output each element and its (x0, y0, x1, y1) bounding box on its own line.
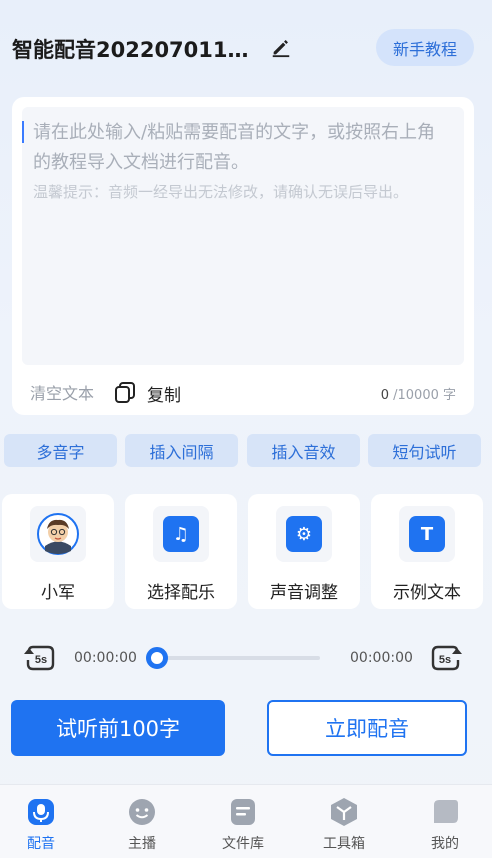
character-count: 0 (380, 388, 389, 403)
page-title[interactable]: 智能配音20220701134... (12, 34, 262, 64)
select-music-label: 选择配乐 (147, 583, 215, 603)
gear-icon: ⚙ (286, 516, 322, 552)
tab-mine[interactable]: 我的 (396, 785, 492, 858)
tab-file-library[interactable]: 文件库 (194, 785, 292, 858)
pencil-edit-icon[interactable] (270, 36, 292, 58)
character-counter: 0 /10000 字 (381, 384, 456, 403)
forward-5s-icon[interactable]: 5s (428, 642, 464, 674)
select-music-card[interactable]: ♫ 选择配乐 (125, 494, 237, 609)
tab-anchors-label: 主播 (128, 836, 156, 852)
total-time: 00:00:00 (350, 650, 413, 666)
smiley-face-icon (129, 799, 155, 825)
progress-track[interactable] (150, 656, 320, 660)
tab-toolbox-label: 工具箱 (323, 836, 365, 852)
preview-first-100-button[interactable]: 试听前100字 (11, 700, 225, 756)
editor-placeholder[interactable]: 请在此处输入/粘贴需要配音的文字，或按照右上角的教程导入文档进行配音。 (33, 118, 443, 178)
current-time: 00:00:00 (74, 650, 137, 666)
toolbox-cube-icon (331, 798, 357, 826)
sample-text-card[interactable]: T 示例文本 (371, 494, 483, 609)
insert-sound-effect-button[interactable]: 插入音效 (247, 434, 360, 467)
progress-thumb[interactable] (146, 647, 168, 669)
microphone-icon (28, 799, 54, 825)
clear-text-button[interactable]: 清空文本 (30, 380, 94, 404)
bottom-tab-bar: 配音 主播 文件库 工具箱 我的 (0, 784, 492, 858)
header: 智能配音20220701134... 新手教程 (0, 0, 492, 95)
rewind-label: 5s (35, 654, 47, 666)
copy-icon[interactable] (113, 380, 137, 404)
editor-hint: 温馨提示：音频一经导出无法修改，请确认无误后导出。 (33, 183, 409, 201)
text-icon-frame: T (399, 506, 455, 562)
document-icon (231, 799, 255, 825)
text-cursor (22, 121, 24, 143)
tab-dubbing-label: 配音 (27, 836, 55, 852)
avatar-frame (30, 506, 86, 562)
voice-adjust-card[interactable]: ⚙ 声音调整 (248, 494, 360, 609)
tab-dubbing[interactable]: 配音 (0, 785, 90, 858)
insert-pause-button[interactable]: 插入间隔 (125, 434, 238, 467)
gear-icon-frame: ⚙ (276, 506, 332, 562)
start-dubbing-button[interactable]: 立即配音 (267, 700, 467, 756)
avatar (37, 513, 79, 555)
tutorial-button[interactable]: 新手教程 (376, 29, 474, 66)
tab-toolbox[interactable]: 工具箱 (295, 785, 393, 858)
music-icon-frame: ♫ (153, 506, 209, 562)
tab-anchors[interactable]: 主播 (93, 785, 191, 858)
voice-anchor-label: 小军 (41, 583, 75, 603)
character-limit: /10000 字 (389, 388, 456, 403)
sample-text-label: 示例文本 (393, 583, 461, 603)
music-note-icon: ♫ (163, 516, 199, 552)
polyphone-button[interactable]: 多音字 (4, 434, 117, 467)
profile-icon (434, 800, 458, 823)
copy-button[interactable]: 复制 (147, 381, 181, 406)
tab-mine-label: 我的 (431, 836, 459, 852)
voice-adjust-label: 声音调整 (270, 583, 338, 603)
rewind-5s-icon[interactable]: 5s (22, 642, 58, 674)
text-t-icon: T (409, 516, 445, 552)
voice-anchor-card[interactable]: 小军 (2, 494, 114, 609)
sentence-preview-button[interactable]: 短句试听 (368, 434, 481, 467)
tab-file-library-label: 文件库 (222, 836, 264, 852)
forward-label: 5s (439, 654, 451, 666)
audio-player: 5s 00:00:00 00:00:00 5s (0, 638, 492, 678)
